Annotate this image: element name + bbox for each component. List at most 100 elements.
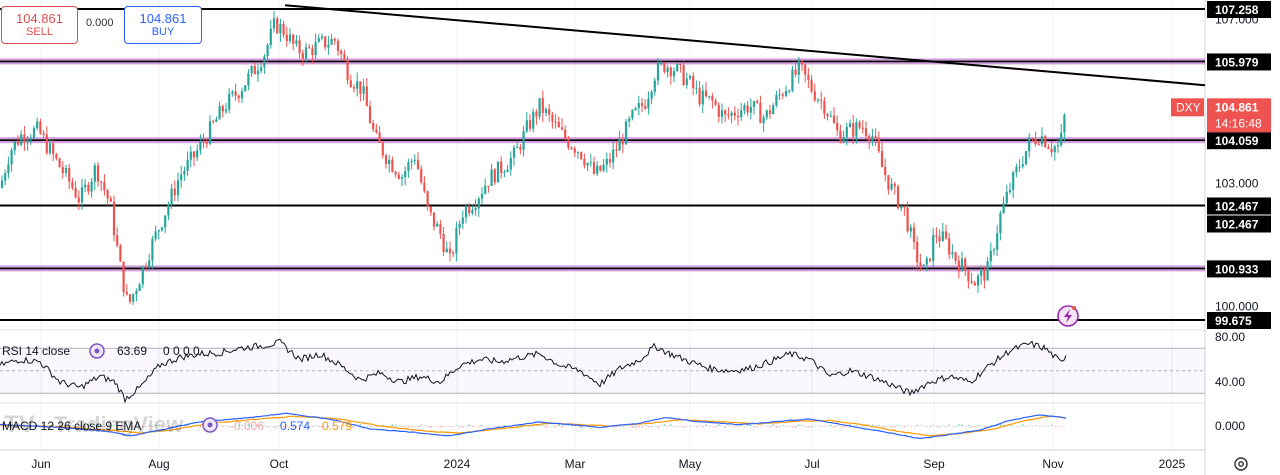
macd-histogram-bar <box>772 424 774 426</box>
candle-body <box>893 183 896 187</box>
candle-body <box>522 131 525 150</box>
macd-histogram-bar <box>465 425 467 427</box>
candle-body <box>148 260 151 268</box>
candle-body <box>128 294 132 302</box>
candle-body <box>1056 145 1060 147</box>
candle-body <box>45 134 48 153</box>
macd-histogram-bar <box>682 426 685 428</box>
candle-body <box>1037 143 1040 145</box>
gear-icon[interactable] <box>1232 455 1250 473</box>
macd-histogram-bar <box>974 426 976 427</box>
candle-body <box>804 64 807 75</box>
candle-body <box>765 110 768 118</box>
price-tick: 103.000 <box>1215 177 1259 191</box>
candle-body <box>192 151 196 158</box>
candle-body <box>637 103 640 108</box>
candle-body <box>525 120 528 132</box>
rsi-label: RSI 14 close <box>2 344 70 358</box>
macd-histogram-bar <box>721 425 723 427</box>
macd-histogram-bar <box>449 426 451 427</box>
macd-histogram-bar <box>564 426 566 427</box>
candle-body <box>452 252 455 254</box>
candle-body <box>717 104 720 117</box>
macd-histogram-bar <box>1009 425 1011 426</box>
macd-histogram-bar <box>535 425 538 426</box>
macd-histogram-bar <box>718 424 720 426</box>
candle-body <box>653 80 656 92</box>
macd-histogram-bar <box>1034 425 1037 426</box>
macd-histogram-bar <box>554 426 557 428</box>
macd-histogram-bar <box>484 426 486 427</box>
candle-body <box>788 90 791 92</box>
macd-histogram-bar <box>401 426 403 427</box>
chart-canvas[interactable]: TV TradingView RSI 14 close 63.69 0 0 0 0MA… <box>0 0 1280 475</box>
candle-body <box>714 100 717 105</box>
candle-body <box>400 177 404 179</box>
candle-body <box>842 136 845 143</box>
macd-histogram-bar <box>1047 425 1050 427</box>
candle-body <box>884 167 887 176</box>
candle-body <box>388 159 391 165</box>
macd-histogram-bar <box>487 425 490 427</box>
macd-histogram-bar <box>442 426 445 428</box>
candle-body <box>660 62 663 64</box>
macd-histogram-bar <box>961 424 963 426</box>
macd-histogram-bar <box>433 426 435 427</box>
candle-body <box>941 231 944 242</box>
macd-histogram-bar <box>884 426 886 428</box>
candle-body <box>624 121 628 145</box>
candle-body <box>919 262 922 266</box>
candle-body <box>621 139 624 145</box>
sell-button[interactable]: 104.861 SELL <box>1 6 78 44</box>
macd-histogram-bar <box>986 426 989 427</box>
macd-histogram-bar <box>417 426 419 428</box>
candle-body <box>964 258 967 271</box>
macd-histogram-bar <box>753 426 755 428</box>
grid <box>0 0 1206 475</box>
macd-histogram-bar <box>762 425 765 427</box>
macd-histogram-bar <box>574 426 576 427</box>
candle-body <box>480 193 484 199</box>
candle-body <box>647 98 650 109</box>
macd-histogram-bar <box>820 426 822 427</box>
macd-histogram-bar <box>785 426 787 427</box>
macd-histogram-bar <box>660 425 662 426</box>
candle-body <box>352 86 356 89</box>
macd-histogram-bar <box>794 426 797 428</box>
candle-body <box>240 91 244 99</box>
time-axis[interactable]: Jun Aug Oct 2024 Mar May Jul Sep Nov 2025 <box>31 457 1185 471</box>
candle-body <box>474 208 477 211</box>
candle-body <box>29 137 32 140</box>
candle-body <box>10 150 13 165</box>
macd-histogram-bar <box>874 425 877 426</box>
macd-histogram-bar <box>852 425 854 426</box>
macd-histogram-bar <box>778 426 781 427</box>
macd-histogram-bar <box>711 426 714 427</box>
macd-histogram-bar <box>826 425 829 427</box>
candle-body <box>234 91 237 96</box>
candle-body <box>890 183 893 190</box>
candle-body <box>688 76 692 79</box>
buy-button[interactable]: 104.861 BUY <box>124 6 202 44</box>
price-tick: 100.000 <box>1215 300 1259 314</box>
time-label: Oct <box>270 457 289 471</box>
eye-icon[interactable] <box>202 417 218 433</box>
trendline[interactable] <box>284 4 1206 87</box>
candle-body <box>887 175 890 190</box>
macd-histogram-bar <box>724 426 726 428</box>
candle-body <box>135 290 138 295</box>
macd-label: MACD 12 26 close 9 EMA <box>2 419 141 433</box>
candle-body <box>631 109 634 119</box>
candle-body <box>852 123 855 137</box>
candle-body <box>1018 166 1021 168</box>
candle-body <box>237 95 240 99</box>
candle-body <box>896 186 900 209</box>
candle-body <box>144 266 148 268</box>
macd-histogram-bar <box>705 424 707 426</box>
eye-icon[interactable] <box>89 343 105 359</box>
candle-body <box>68 167 71 182</box>
candle-body <box>260 67 263 71</box>
candle-body <box>471 210 474 214</box>
lightning-icon[interactable] <box>1057 305 1079 327</box>
macd-histogram-bar <box>218 425 221 426</box>
